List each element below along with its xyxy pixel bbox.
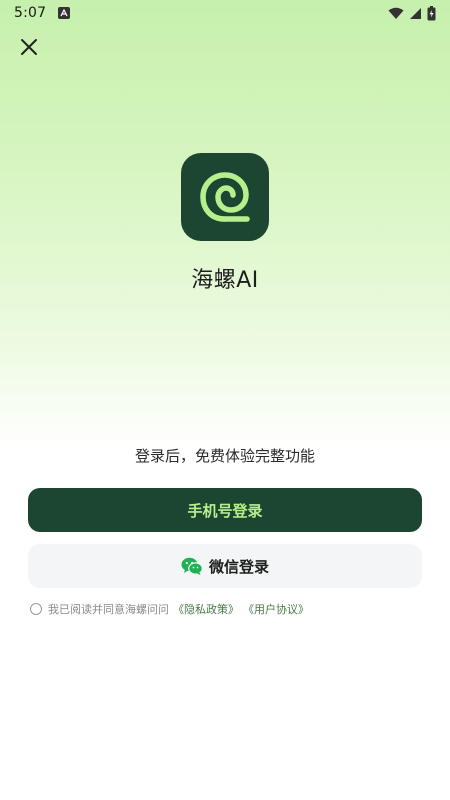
phone-login-label: 手机号登录: [187, 501, 263, 520]
status-time: 5:07: [14, 5, 47, 21]
app-name: 海螺AI: [191, 268, 259, 293]
cell-signal-icon: [409, 7, 422, 20]
agreement-text-wrap: 我已阅读并同意海螺问问 《隐私政策》 《用户协议》: [48, 601, 309, 617]
battery-icon: [427, 5, 436, 21]
status-bar: 5:07: [0, 0, 450, 26]
agree-checkbox[interactable]: [30, 603, 42, 615]
close-icon: [21, 39, 37, 55]
close-button[interactable]: [17, 35, 41, 59]
login-tagline: 登录后，免费体验完整功能: [134, 447, 315, 465]
wechat-icon: [181, 557, 203, 575]
agreement-text: 我已阅读并同意海螺问问: [48, 603, 169, 616]
agreement-row: 我已阅读并同意海螺问问 《隐私政策》 《用户协议》: [30, 601, 309, 617]
user-agreement-link[interactable]: 《用户协议》: [243, 601, 309, 617]
status-right: [388, 5, 436, 21]
wifi-icon: [388, 7, 404, 20]
status-left: 5:07: [14, 5, 71, 21]
notification-a-icon: [58, 7, 71, 19]
snail-shell-logo-icon: [200, 172, 250, 222]
phone-login-button[interactable]: 手机号登录: [28, 488, 422, 532]
wechat-login-label: 微信登录: [208, 557, 269, 576]
privacy-policy-link[interactable]: 《隐私政策》: [173, 601, 239, 617]
app-logo: [181, 153, 269, 241]
wechat-login-button[interactable]: 微信登录: [28, 544, 422, 588]
